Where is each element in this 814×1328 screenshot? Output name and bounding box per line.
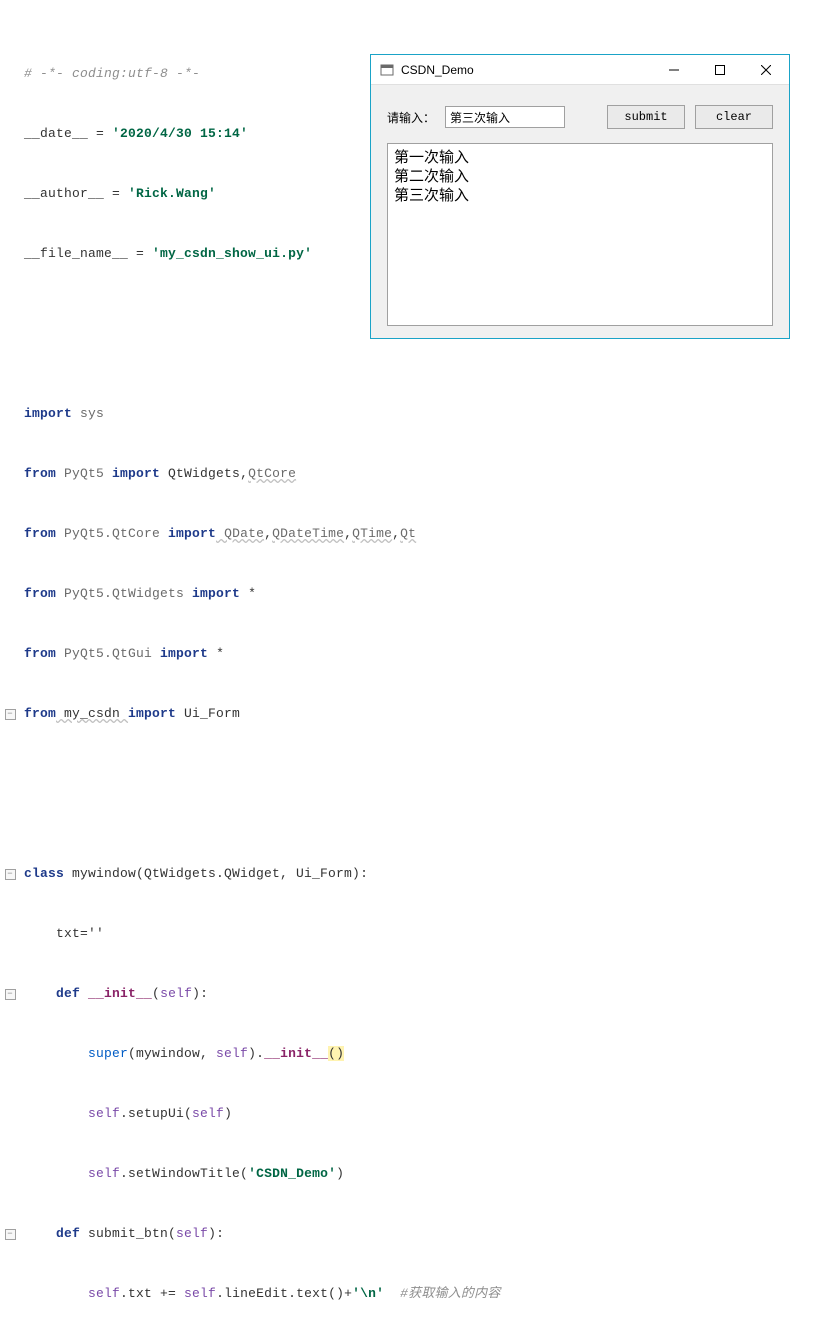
text-input[interactable]	[445, 106, 565, 128]
comment: # -*- coding:utf-8 -*-	[20, 64, 200, 84]
window-titlebar[interactable]: CSDN_Demo	[371, 55, 789, 85]
fold-icon[interactable]: −	[5, 709, 16, 720]
window-body: 请输入： submit clear 第一次输入 第二次输入 第三次输入	[371, 85, 789, 338]
submit-button[interactable]: submit	[607, 105, 685, 129]
fold-icon[interactable]: −	[5, 989, 16, 1000]
maximize-button[interactable]	[697, 55, 743, 85]
input-row: 请输入： submit clear	[387, 105, 773, 129]
fold-icon[interactable]: −	[5, 1229, 16, 1240]
window-title: CSDN_Demo	[401, 63, 474, 77]
app-icon	[379, 62, 395, 78]
input-label: 请输入：	[387, 109, 435, 126]
clear-button[interactable]: clear	[695, 105, 773, 129]
close-button[interactable]	[743, 55, 789, 85]
output-textarea[interactable]: 第一次输入 第二次输入 第三次输入	[387, 143, 773, 326]
minimize-button[interactable]	[651, 55, 697, 85]
qt-demo-window[interactable]: CSDN_Demo 请输入： submit clear 第一次输入 第二次输入 …	[370, 54, 790, 339]
fold-icon[interactable]: −	[5, 869, 16, 880]
